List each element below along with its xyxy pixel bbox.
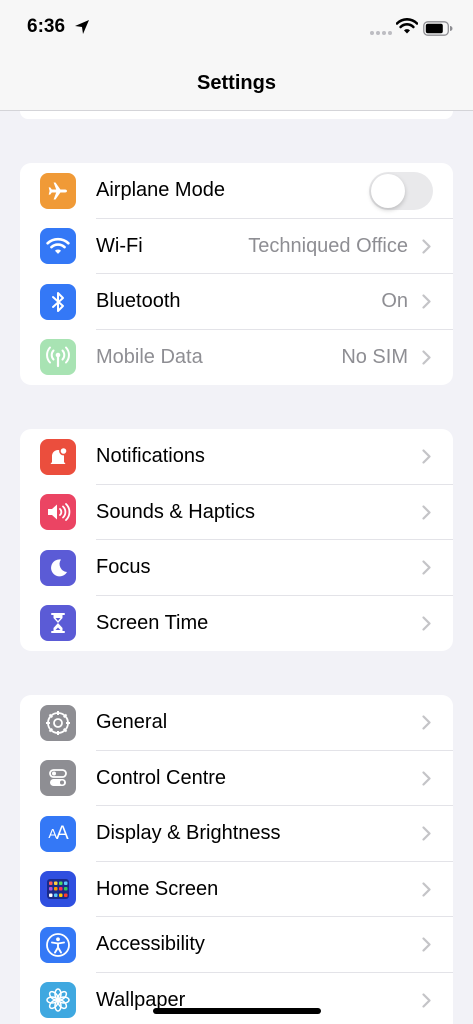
row-bluetooth[interactable]: Bluetooth On xyxy=(20,274,453,330)
bluetooth-icon xyxy=(40,283,76,320)
row-label: Screen Time xyxy=(96,611,209,634)
chevron-right-icon xyxy=(422,770,431,791)
chevron-right-icon xyxy=(422,449,431,469)
settings-group-general: General Control Centre AA Display & Brig… xyxy=(20,695,453,1024)
app-grid-icon xyxy=(40,871,76,907)
row-control-centre[interactable]: Control Centre xyxy=(20,751,453,806)
chevron-right-icon xyxy=(422,349,431,370)
cellular-signal-icon xyxy=(370,31,392,35)
speaker-icon xyxy=(40,494,76,530)
status-bar: 6:36 xyxy=(0,0,473,58)
wifi-icon xyxy=(40,228,76,264)
row-label: Bluetooth xyxy=(96,290,181,312)
chevron-right-icon xyxy=(422,881,431,902)
airplane-icon xyxy=(40,172,76,209)
row-label: Focus xyxy=(96,556,151,578)
row-label: Display & Brightness xyxy=(96,822,281,844)
settings-group-notifications: Notifications Sounds & Haptics Focus Scr… xyxy=(20,429,453,651)
accessibility-icon xyxy=(40,926,76,963)
bell-icon xyxy=(40,438,76,475)
location-arrow-icon xyxy=(74,19,90,40)
row-screen-time[interactable]: Screen Time xyxy=(20,596,453,652)
home-indicator[interactable] xyxy=(153,1008,321,1014)
row-label: Airplane Mode xyxy=(96,179,225,201)
moon-icon xyxy=(40,549,76,586)
navigation-bar: Settings xyxy=(0,58,473,111)
row-home-screen[interactable]: Home Screen xyxy=(20,862,453,917)
chevron-right-icon xyxy=(422,615,431,636)
row-wifi[interactable]: Wi-Fi Techniqued Office xyxy=(20,219,453,274)
battery-icon xyxy=(423,21,453,41)
text-size-icon: AA xyxy=(40,815,76,852)
settings-group-connectivity: Airplane Mode Wi-Fi Techniqued Office Bl… xyxy=(20,163,453,385)
chevron-right-icon xyxy=(422,937,431,957)
row-wallpaper[interactable]: Wallpaper xyxy=(20,973,453,1024)
row-sounds-haptics[interactable]: Sounds & Haptics xyxy=(20,485,453,540)
chevron-right-icon xyxy=(422,294,431,314)
row-mobile-data[interactable]: Mobile Data No SIM xyxy=(20,330,453,386)
chevron-right-icon xyxy=(422,504,431,525)
row-label: General xyxy=(96,711,168,733)
row-label: Home Screen xyxy=(96,877,219,900)
mobile-data-value: No SIM xyxy=(341,345,408,368)
row-label: Sounds & Haptics xyxy=(96,500,255,523)
row-label: Mobile Data xyxy=(96,345,203,368)
flower-icon xyxy=(40,982,76,1018)
status-time: 6:36 xyxy=(27,16,66,37)
row-label: Control Centre xyxy=(96,766,227,789)
row-display-brightness[interactable]: AA Display & Brightness xyxy=(20,806,453,862)
previous-group-edge xyxy=(20,111,453,119)
row-notifications[interactable]: Notifications xyxy=(20,429,453,485)
chevron-right-icon xyxy=(422,992,431,1013)
row-focus[interactable]: Focus xyxy=(20,540,453,596)
bluetooth-status-value: On xyxy=(381,290,408,312)
row-label: Notifications xyxy=(96,445,205,467)
chevron-right-icon xyxy=(422,715,431,735)
row-accessibility[interactable]: Accessibility xyxy=(20,917,453,973)
page-title: Settings xyxy=(197,72,276,94)
chevron-right-icon xyxy=(422,826,431,846)
switches-icon xyxy=(40,760,76,796)
wifi-status-icon xyxy=(395,18,419,39)
airplane-mode-toggle[interactable] xyxy=(369,172,433,210)
antenna-icon xyxy=(40,339,76,375)
chevron-right-icon xyxy=(422,560,431,580)
row-label: Wi-Fi xyxy=(96,234,143,257)
wifi-network-value: Techniqued Office xyxy=(248,234,408,257)
gear-icon xyxy=(40,704,76,741)
row-general[interactable]: General xyxy=(20,695,453,751)
row-label: Accessibility xyxy=(96,933,205,955)
chevron-right-icon xyxy=(422,238,431,259)
hourglass-icon xyxy=(40,605,76,641)
row-airplane-mode: Airplane Mode xyxy=(20,163,453,219)
